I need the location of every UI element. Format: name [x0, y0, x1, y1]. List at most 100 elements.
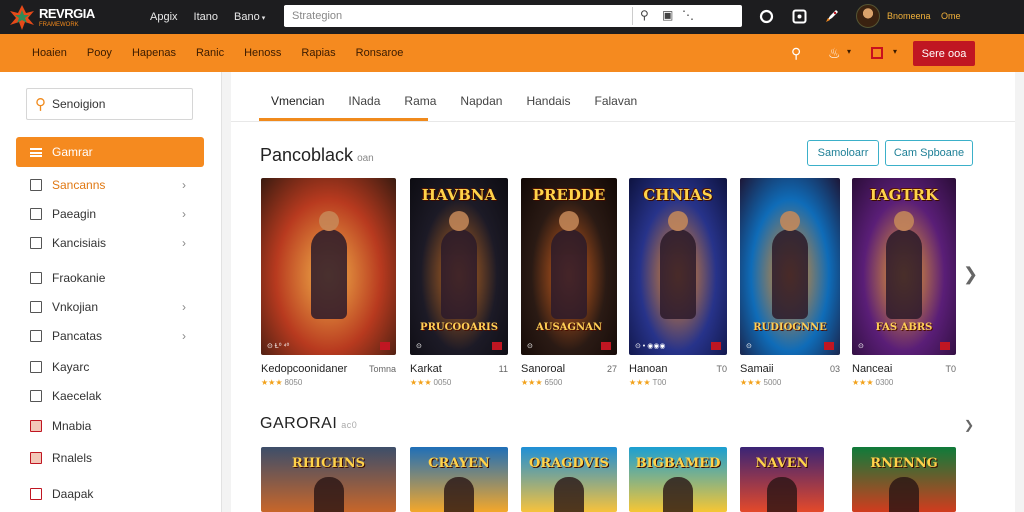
bell-icon[interactable]: ♨ — [828, 45, 841, 62]
poster-title: IAGTRK — [869, 186, 939, 204]
chevron-right-icon: › — [182, 236, 186, 250]
category-icon — [30, 452, 42, 464]
game-poster[interactable]: IAGTRK FAS ABRS ⊙ — [852, 178, 956, 355]
chevron-right-icon: › — [182, 178, 186, 192]
sign-button[interactable]: Sere ooa — [913, 41, 975, 66]
game-card[interactable]: IAGTRK FAS ABRS ⊙ Nanceai T0 ★★★ 0300 — [852, 178, 956, 387]
tab[interactable]: Falavan — [583, 72, 650, 120]
divider — [231, 121, 1015, 122]
tab[interactable]: Napdan — [448, 72, 514, 120]
category-item[interactable]: Hoaien — [32, 47, 67, 59]
star-rating: ★★★ T00 — [629, 378, 667, 387]
game-title: Kedopcoonidaner Tomna — [261, 363, 396, 375]
search-icon[interactable]: ⚲ — [640, 8, 649, 22]
tab[interactable]: Handais — [514, 72, 582, 120]
game-card[interactable]: HAVBNA PRUCOOARIS ⊙ Karkat 11 ★★★ 0050 — [410, 178, 508, 387]
game-poster[interactable]: ORAGDVIS — [521, 447, 617, 512]
character-art — [441, 211, 477, 319]
game-poster[interactable]: ⊙ Ɫ⁰ ⁴⁰ — [261, 178, 396, 355]
category-item[interactable]: Ronsaroe — [356, 47, 404, 59]
game-count: 03 — [829, 364, 840, 374]
star-rating: ★★★ 6500 — [521, 378, 563, 387]
sidebar-item-active[interactable]: Gamrar — [16, 137, 204, 167]
category-item[interactable]: Hapenas — [132, 47, 176, 59]
category-icon — [30, 237, 42, 249]
sidebar-item[interactable]: Vnkojian › — [30, 297, 190, 317]
category-icon — [30, 390, 42, 402]
outline-button[interactable]: Cam Spboane — [885, 140, 973, 166]
game-card[interactable]: RUDIOGNNE ⊙ Samaii 03 ★★★ 5000 — [740, 178, 840, 387]
sidebar-item[interactable]: Fraokanie — [30, 268, 190, 288]
outline-button[interactable]: Samoloarr — [807, 140, 879, 166]
logo-title: REVRGIA — [39, 5, 95, 21]
search-icon[interactable]: ⚲ — [791, 45, 801, 62]
category-item[interactable]: Rapias — [301, 47, 335, 59]
chevron-right-icon[interactable]: ❯ — [964, 418, 974, 432]
category-icon — [30, 272, 42, 284]
poster-footer: ⊙ — [527, 343, 533, 350]
top-nav-item[interactable]: Apgix — [150, 11, 178, 23]
sidebar-item[interactable]: Mnabia — [30, 416, 190, 436]
sidebar-item[interactable]: Kancisiais › — [30, 233, 190, 253]
chevron-down-icon[interactable]: ▾ — [847, 47, 851, 56]
star-rating: ★★★ 5000 — [740, 378, 782, 387]
sidebar-item[interactable]: Sancanns › — [30, 175, 190, 195]
sidebar-item[interactable]: Paeagin › — [30, 204, 190, 224]
tab-active[interactable]: Vmencian — [259, 72, 336, 120]
user-name[interactable]: Bnomeena — [887, 11, 931, 21]
sidebar-item-label: Kancisiais — [52, 236, 107, 250]
poster-footer: ⊙ • ◉◉◉ — [635, 343, 666, 350]
game-count: T0 — [716, 364, 727, 374]
user-avatar[interactable] — [856, 4, 880, 28]
circle-icon[interactable] — [757, 7, 775, 25]
poster-footer: ⊙ Ɫ⁰ ⁴⁰ — [267, 343, 290, 350]
category-item[interactable]: Ranic — [196, 47, 224, 59]
game-poster[interactable]: PREDDE AUSAGNAN ⊙ — [521, 178, 617, 355]
poster-title: NAVEN — [755, 456, 809, 471]
category-item[interactable]: Henoss — [244, 47, 281, 59]
game-card[interactable]: PREDDE AUSAGNAN ⊙ Sanoroal 27 ★★★ 6500 — [521, 178, 617, 387]
sidebar-item[interactable]: Daapak — [30, 484, 190, 504]
search-divider — [632, 7, 633, 25]
filter-icon[interactable]: ⋱ — [682, 8, 694, 22]
app-logo[interactable]: REVRGIA FRAMEWORK — [8, 3, 95, 31]
category-item[interactable]: Pooy — [87, 47, 112, 59]
sidebar-search-input[interactable] — [52, 97, 172, 111]
sidebar-item[interactable]: Pancatas › — [30, 326, 190, 346]
game-card[interactable]: ⊙ Ɫ⁰ ⁴⁰ Kedopcoonidaner Tomna ★★★ 8050 — [261, 178, 396, 387]
game-poster[interactable]: RUDIOGNNE ⊙ — [740, 178, 840, 355]
sidebar-item[interactable]: Kayarc — [30, 357, 190, 377]
star-rating: ★★★ 0050 — [410, 378, 452, 387]
game-poster[interactable]: BIGBAMED — [629, 447, 727, 512]
rating-badge — [940, 342, 950, 350]
tab-bar: Vmencian INada Rama Napdan Handais Falav… — [259, 72, 649, 120]
game-poster[interactable]: RHICHNS — [261, 447, 396, 512]
game-poster[interactable]: CRAYEN — [410, 447, 508, 512]
user-menu-label[interactable]: Ome — [941, 11, 961, 21]
sidebar-item[interactable]: Rnalels — [30, 448, 190, 468]
top-search-input[interactable] — [284, 6, 624, 26]
poster-subtitle: PRUCOOARIS — [420, 322, 498, 333]
game-card[interactable]: CHNIAS ⊙ • ◉◉◉ Hanoan T0 ★★★ T00 — [629, 178, 727, 387]
game-poster[interactable]: HAVBNA PRUCOOARIS ⊙ — [410, 178, 508, 355]
chevron-right-icon: › — [182, 207, 186, 221]
sidebar-item[interactable]: Kaecelak — [30, 386, 190, 406]
character-art — [444, 477, 474, 512]
game-count: 27 — [606, 364, 617, 374]
chevron-down-icon[interactable]: ▾ — [893, 47, 897, 56]
poster-subtitle: RUDIOGNNE — [753, 322, 827, 333]
game-poster[interactable]: CHNIAS ⊙ • ◉◉◉ — [629, 178, 727, 355]
screenshot-icon[interactable] — [790, 7, 808, 25]
poster-title: BIGBAMED — [635, 456, 721, 471]
game-poster[interactable]: RNENNG — [852, 447, 956, 512]
top-nav-item[interactable]: Itano — [194, 11, 218, 23]
tab[interactable]: INada — [336, 72, 392, 120]
chevron-right-icon[interactable]: ❯ — [963, 264, 978, 285]
game-poster[interactable]: NAVEN — [740, 447, 824, 512]
tab[interactable]: Rama — [392, 72, 448, 120]
cart-icon[interactable] — [871, 47, 883, 59]
chevron-right-icon: › — [182, 300, 186, 314]
camera-icon[interactable]: ▣ — [662, 8, 673, 22]
top-nav-dropdown[interactable]: Bano ▾ — [234, 11, 265, 23]
rocket-icon[interactable] — [823, 7, 841, 25]
